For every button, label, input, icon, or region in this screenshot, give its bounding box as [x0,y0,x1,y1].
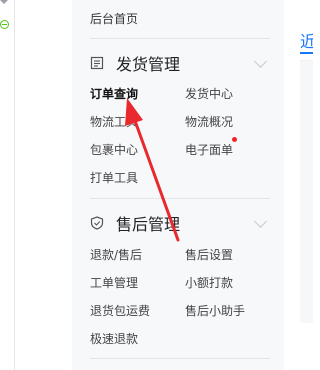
content-card [300,60,313,323]
menu-item-fast-refund[interactable]: 极速退款 [90,330,138,347]
notification-dot [232,137,237,142]
chevron-down-icon[interactable] [254,215,267,228]
menu-item-shipping-center[interactable]: 发货中心 [185,85,233,102]
menu-item-return-shipping[interactable]: 退货包运费 [90,302,150,319]
minus-circle-icon[interactable] [0,20,9,29]
divider [90,198,270,199]
section-shipping-header[interactable]: 发货管理 [90,52,180,74]
side-menu: 后台首页 发货管理 订单查询 发货中心 物流工具 物流概况 包裹中心 电子面单 … [72,0,284,370]
section-shipping-title: 发货管理 [116,55,181,74]
menu-item-ticket-management[interactable]: 工单管理 [90,274,138,291]
content-tab-title[interactable]: 近 [300,28,313,52]
section-aftersale-title: 售后管理 [116,215,181,234]
menu-item-small-payment[interactable]: 小额打款 [185,274,233,291]
divider [90,38,270,39]
menu-item-order-query[interactable]: 订单查询 [90,85,138,102]
caret-down-icon [0,0,8,4]
menu-item-aftersale-assistant[interactable]: 售后小助手 [185,302,245,319]
menu-home-link[interactable]: 后台首页 [90,10,138,27]
menu-item-aftersale-settings[interactable]: 售后设置 [185,246,233,263]
divider [90,358,270,359]
shield-icon [90,216,104,230]
menu-item-logistics-tools[interactable]: 物流工具 [90,113,138,130]
tab-underline [300,52,313,54]
chevron-down-icon[interactable] [254,55,267,68]
menu-item-refund-aftersale[interactable]: 退款/售后 [90,246,142,263]
menu-item-package-center[interactable]: 包裹中心 [90,141,138,158]
menu-item-e-waybill[interactable]: 电子面单 [185,141,233,158]
menu-item-print-tool[interactable]: 打单工具 [90,169,138,186]
left-strip [0,0,15,370]
section-aftersale-header[interactable]: 售后管理 [90,212,180,234]
menu-item-logistics-overview[interactable]: 物流概况 [185,113,233,130]
document-icon [90,56,104,70]
